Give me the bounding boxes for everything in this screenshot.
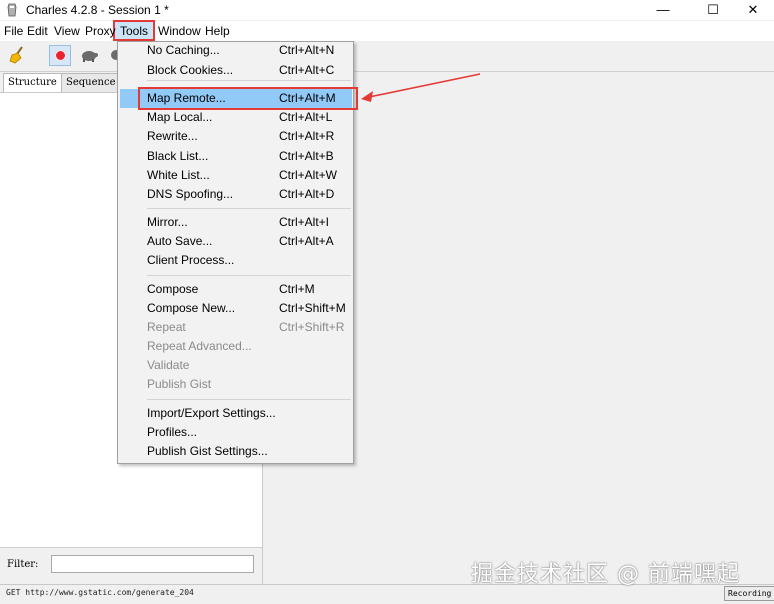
shortcut-rewrite: Ctrl+Alt+R bbox=[279, 129, 335, 143]
shortcut-block-cookies: Ctrl+Alt+C bbox=[279, 63, 335, 77]
status-text: GET http://www.gstatic.com/generate_204 bbox=[6, 588, 194, 597]
shortcut-compose: Ctrl+M bbox=[279, 282, 315, 296]
menu-item-repeat-advanced: Repeat Advanced... bbox=[147, 339, 252, 353]
recording-badge[interactable]: Recording bbox=[724, 586, 774, 601]
menu-item-black-list[interactable]: Black List... bbox=[147, 147, 208, 166]
menu-item-repeat: Repeat bbox=[147, 320, 186, 334]
menu-proxy[interactable]: Proxy bbox=[85, 21, 116, 41]
shortcut-map-local: Ctrl+Alt+L bbox=[279, 110, 333, 124]
throttle-turtle-icon[interactable] bbox=[80, 47, 98, 63]
menu-window[interactable]: Window bbox=[158, 21, 201, 41]
menu-item-client-process[interactable]: Client Process... bbox=[147, 251, 234, 270]
menu-item-compose-new[interactable]: Compose New... bbox=[147, 299, 235, 318]
charles-app-icon bbox=[7, 3, 17, 17]
menu-item-rewrite[interactable]: Rewrite... bbox=[147, 127, 198, 146]
watermark-text: 掘金技术社区 @ 前端嘿起 bbox=[471, 562, 740, 587]
window-title: Charles 4.2.8 - Session 1 * bbox=[26, 3, 169, 17]
annotation-arrow bbox=[361, 73, 481, 102]
shortcut-no-caching: Ctrl+Alt+N bbox=[279, 43, 335, 57]
menu-edit[interactable]: Edit bbox=[27, 21, 48, 41]
menu-separator bbox=[147, 80, 351, 81]
menu-item-map-local[interactable]: Map Local... bbox=[147, 108, 212, 127]
menu-item-block-cookies[interactable]: Block Cookies... bbox=[147, 61, 233, 80]
menu-view[interactable]: View bbox=[54, 21, 80, 41]
broom-icon[interactable] bbox=[8, 45, 28, 65]
record-icon bbox=[55, 50, 66, 61]
record-button[interactable] bbox=[49, 45, 71, 66]
minimize-button[interactable]: — bbox=[640, 0, 686, 20]
menu-separator bbox=[147, 275, 351, 276]
menu-item-publish-gist: Publish Gist bbox=[147, 377, 212, 391]
shortcut-white-list: Ctrl+Alt+W bbox=[279, 168, 338, 182]
menu-item-import-export-settings[interactable]: Import/Export Settings... bbox=[147, 404, 276, 423]
shortcut-compose-new: Ctrl+Shift+M bbox=[279, 301, 346, 315]
shortcut-auto-save: Ctrl+Alt+A bbox=[279, 234, 334, 248]
filter-input[interactable] bbox=[51, 555, 254, 573]
menu-item-compose[interactable]: Compose bbox=[147, 280, 198, 299]
menu-item-mirror[interactable]: Mirror... bbox=[147, 213, 188, 232]
menu-item-auto-save[interactable]: Auto Save... bbox=[147, 232, 212, 251]
menu-file[interactable]: File bbox=[4, 21, 23, 41]
shortcut-black-list: Ctrl+Alt+B bbox=[279, 149, 334, 163]
tab-structure[interactable]: Structure bbox=[3, 73, 62, 92]
menu-tools[interactable]: Tools bbox=[120, 21, 148, 41]
map-remote-annotation-box bbox=[138, 87, 358, 110]
filter-label: Filter: bbox=[7, 559, 39, 570]
shortcut-mirror: Ctrl+Alt+I bbox=[279, 215, 330, 229]
tab-sequence[interactable]: Sequence bbox=[61, 73, 121, 92]
menu-item-dns-spoofing[interactable]: DNS Spoofing... bbox=[147, 185, 233, 204]
menu-separator bbox=[147, 208, 351, 209]
shortcut-repeat: Ctrl+Shift+R bbox=[279, 320, 345, 334]
menu-help[interactable]: Help bbox=[205, 21, 230, 41]
menu-separator bbox=[147, 399, 351, 400]
close-button[interactable]: ✕ bbox=[730, 0, 774, 20]
menu-item-publish-gist-settings[interactable]: Publish Gist Settings... bbox=[147, 442, 268, 461]
menu-item-profiles[interactable]: Profiles... bbox=[147, 423, 197, 442]
menu-item-white-list[interactable]: White List... bbox=[147, 166, 210, 185]
menu-item-validate: Validate bbox=[147, 358, 190, 372]
menu-item-no-caching[interactable]: No Caching... bbox=[147, 41, 220, 60]
shortcut-dns-spoofing: Ctrl+Alt+D bbox=[279, 187, 335, 201]
